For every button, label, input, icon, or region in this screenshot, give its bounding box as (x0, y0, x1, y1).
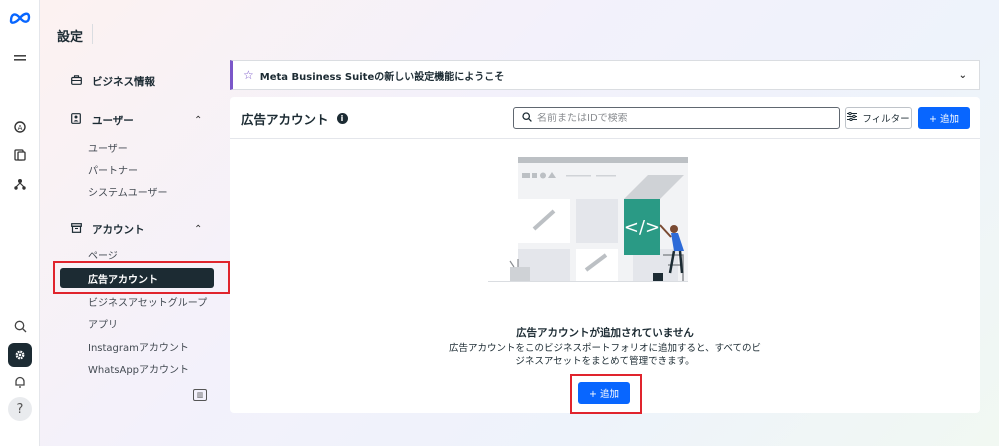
sidebar-item-partners[interactable]: パートナー (88, 161, 138, 177)
sidebar-item-system-users[interactable]: システムユーザー (88, 183, 168, 199)
empty-state-description: 広告アカウントをこのビジネスポートフォリオに追加すると、すべてのビジネスアセット… (448, 343, 762, 367)
sidebar-item-business-info[interactable]: ビジネス情報 (68, 72, 155, 90)
sidebar-section-users[interactable]: ユーザー (68, 111, 134, 129)
sidebar-item-users[interactable]: ユーザー (88, 139, 128, 155)
user-badge-icon (68, 113, 84, 127)
star-icon: ☆ (243, 68, 254, 82)
business-icon[interactable]: A (0, 115, 40, 139)
sidebar-item-ad-accounts[interactable]: 広告アカウント (60, 268, 214, 288)
search-icon (522, 111, 532, 125)
sidebar-item-label: ビジネス情報 (92, 75, 155, 88)
welcome-banner[interactable]: ☆ Meta Business Suiteの新しい設定機能にようこそ ⌄ (230, 60, 980, 90)
chevron-up-icon[interactable]: ⌃ (194, 224, 202, 235)
gear-icon[interactable] (8, 343, 32, 367)
svg-text:</>: </> (624, 217, 660, 238)
sidebar-section-label: アカウント (92, 223, 145, 236)
empty-state-title: 広告アカウントが追加されていません (516, 327, 694, 339)
settings-sidebar: ビジネス情報 ユーザー ⌃ ユーザー パートナー システムユーザー アカウント … (48, 60, 224, 420)
bell-icon[interactable] (0, 370, 40, 394)
collapse-sidebar-icon[interactable]: ▥ (193, 389, 207, 401)
panel-header: 広告アカウント i フィルター + 追加 (230, 97, 980, 139)
main-content: ☆ Meta Business Suiteの新しい設定機能にようこそ ⌄ 広告ア… (230, 58, 980, 413)
pages-icon[interactable] (0, 143, 40, 167)
chevron-down-icon[interactable]: ⌄ (959, 70, 967, 81)
filter-button[interactable]: フィルター (845, 107, 912, 129)
empty-state-add-button[interactable]: + 追加 (578, 382, 630, 404)
empty-state-illustration: </> (488, 155, 690, 295)
hamburger-icon[interactable] (0, 47, 40, 71)
briefcase-icon (68, 74, 84, 88)
sidebar-item-pages[interactable]: ページ (88, 248, 118, 261)
archive-icon (68, 222, 84, 236)
page-title: 設定 (57, 30, 84, 45)
search-icon[interactable] (0, 314, 40, 338)
left-rail: A ? (0, 0, 40, 446)
info-icon[interactable]: i (336, 113, 348, 124)
help-icon[interactable]: ? (8, 397, 32, 421)
ad-accounts-panel: 広告アカウント i フィルター + 追加 (230, 97, 980, 413)
sidebar-item-whatsapp-accounts[interactable]: WhatsAppアカウント (88, 360, 189, 376)
add-button[interactable]: + 追加 (918, 107, 970, 129)
filter-icon (847, 111, 858, 124)
sidebar-section-accounts[interactable]: アカウント (68, 220, 145, 238)
title-divider (92, 24, 93, 44)
filter-label: フィルター (862, 114, 910, 125)
panel-title: 広告アカウント i (241, 109, 348, 128)
search-field[interactable] (513, 107, 840, 129)
tree-icon[interactable] (0, 172, 40, 196)
banner-text: Meta Business Suiteの新しい設定機能にようこそ (259, 71, 505, 83)
sidebar-item-business-asset-groups[interactable]: ビジネスアセットグループ (88, 293, 207, 309)
meta-logo-icon[interactable] (0, 6, 40, 30)
search-input[interactable] (537, 112, 817, 124)
sidebar-item-instagram-accounts[interactable]: Instagramアカウント (88, 338, 189, 354)
chevron-up-icon[interactable]: ⌃ (194, 115, 202, 126)
sidebar-section-label: ユーザー (92, 114, 134, 127)
svg-text:A: A (18, 124, 23, 132)
panel-title-text: 広告アカウント (241, 112, 329, 127)
sidebar-item-apps[interactable]: アプリ (88, 315, 118, 331)
